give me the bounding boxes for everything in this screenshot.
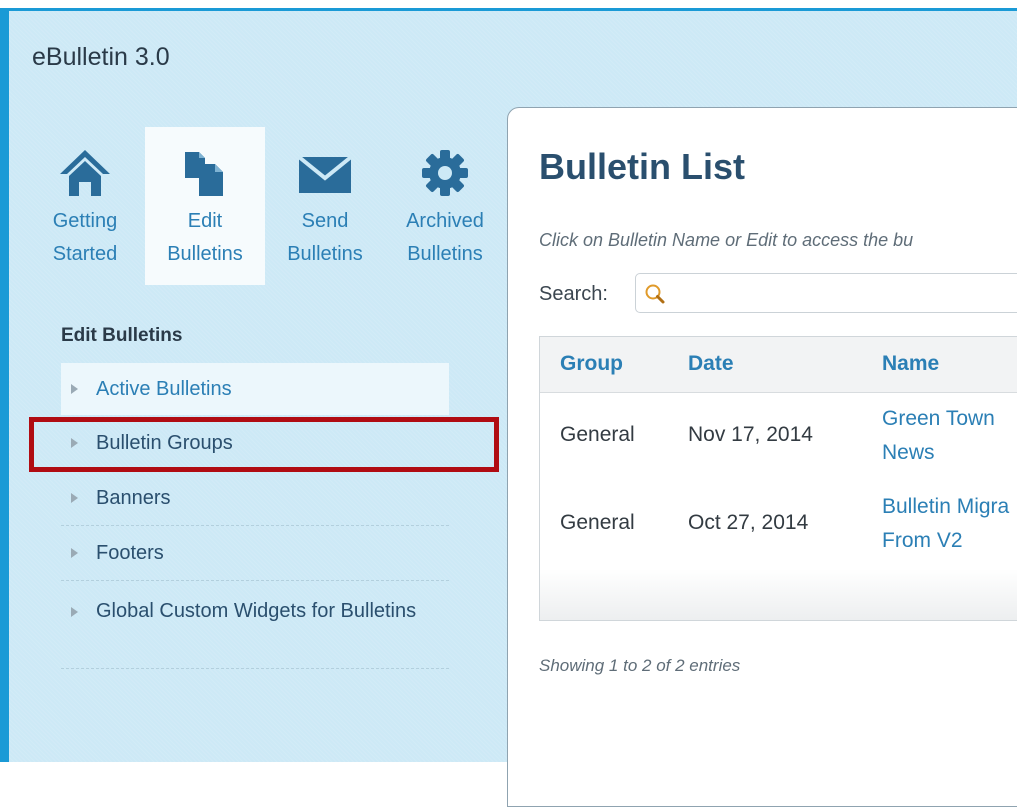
- documents-icon: [177, 147, 233, 199]
- table-header: Group Date Name: [540, 337, 1017, 393]
- sidebar-item-global-custom-widgets[interactable]: Global Custom Widgets for Bulletins: [61, 581, 449, 669]
- nav-getting-started[interactable]: Getting Started: [25, 127, 145, 285]
- nav-label-line2: Bulletins: [407, 243, 483, 265]
- nav-edit-bulletins[interactable]: Edit Bulletins: [145, 127, 265, 285]
- search-icon: [644, 283, 666, 310]
- sidebar-item-label: Global Custom Widgets for Bulletins: [96, 600, 417, 622]
- sidebar-item-label: Banners: [96, 487, 171, 509]
- nav-send-bulletins-label: Send Bulletins: [265, 205, 385, 271]
- sidebar-heading: Edit Bulletins: [61, 325, 183, 346]
- bulletin-name-link[interactable]: Bulletin Migra From V2: [882, 490, 1017, 558]
- home-icon: [57, 147, 113, 199]
- nav-label-line1: Edit: [187, 210, 223, 232]
- nav-edit-bulletins-label: Edit Bulletins: [145, 205, 265, 271]
- sidebar-menu: Active Bulletins Bulletin Groups Banners…: [61, 363, 501, 669]
- app-title: eBulletin 3.0: [32, 43, 170, 71]
- column-header-date[interactable]: Date: [688, 352, 734, 376]
- page-title: Bulletin List: [539, 146, 745, 187]
- cell-date: Oct 27, 2014: [688, 511, 809, 534]
- nav-send-bulletins[interactable]: Send Bulletins: [265, 127, 385, 285]
- nav-label-line1: Getting: [52, 210, 118, 232]
- nav-archived-bulletins-label: Archived Bulletins: [385, 205, 505, 271]
- envelope-icon: [297, 147, 353, 199]
- link-line1: Green Town: [882, 407, 995, 430]
- cell-date: Nov 17, 2014: [688, 423, 813, 446]
- nav-label-line1: Send: [301, 210, 349, 232]
- sidebar-item-label: Footers: [96, 542, 164, 564]
- link-line1: Bulletin Migra: [882, 495, 1010, 518]
- bulletin-table: Group Date Name General Nov 17, 2014 Gre…: [539, 336, 1017, 621]
- table-footer: [540, 569, 1017, 620]
- main-nav: Getting Started Edit Bulletins Send Bull…: [25, 127, 507, 285]
- table-row: General Oct 27, 2014 Bulletin Migra From…: [540, 481, 1017, 570]
- entries-info: Showing 1 to 2 of 2 entries: [539, 656, 741, 675]
- nav-archived-bulletins[interactable]: Archived Bulletins: [385, 127, 505, 285]
- bulletin-name-link[interactable]: Green Town News: [882, 402, 1017, 470]
- nav-label-line2: Started: [52, 243, 118, 265]
- arrow-right-icon: [71, 548, 78, 558]
- gear-icon: [417, 147, 473, 199]
- nav-label-line2: Bulletins: [167, 243, 243, 265]
- sidebar-item-footers[interactable]: Footers: [61, 526, 449, 581]
- nav-label-line2: Bulletins: [287, 243, 363, 265]
- cell-group: General: [560, 511, 635, 534]
- instructions-text: Click on Bulletin Name or Edit to access…: [539, 230, 914, 250]
- search-label: Search:: [539, 283, 608, 305]
- link-line2: News: [882, 441, 935, 464]
- sidebar-item-active-bulletins[interactable]: Active Bulletins: [61, 363, 449, 415]
- link-line2: From V2: [882, 529, 963, 552]
- content-panel: Bulletin List Click on Bulletin Name or …: [507, 107, 1017, 807]
- sidebar-item-label: Active Bulletins: [96, 378, 232, 400]
- app-window: eBulletin 3.0 Getting Started Edit Bulle…: [0, 8, 1017, 807]
- nav-label-line1: Archived: [406, 210, 484, 232]
- arrow-right-icon: [71, 493, 78, 503]
- sidebar-item-banners[interactable]: Banners: [61, 471, 449, 526]
- column-header-group[interactable]: Group: [560, 352, 623, 376]
- search-input[interactable]: [635, 273, 1017, 313]
- highlight-annotation: [29, 417, 499, 472]
- arrow-right-icon: [71, 384, 78, 394]
- cell-group: General: [560, 423, 635, 446]
- column-header-name[interactable]: Name: [882, 352, 939, 376]
- table-row: General Nov 17, 2014 Green Town News: [540, 393, 1017, 482]
- arrow-right-icon: [71, 607, 78, 617]
- nav-getting-started-label: Getting Started: [25, 205, 145, 271]
